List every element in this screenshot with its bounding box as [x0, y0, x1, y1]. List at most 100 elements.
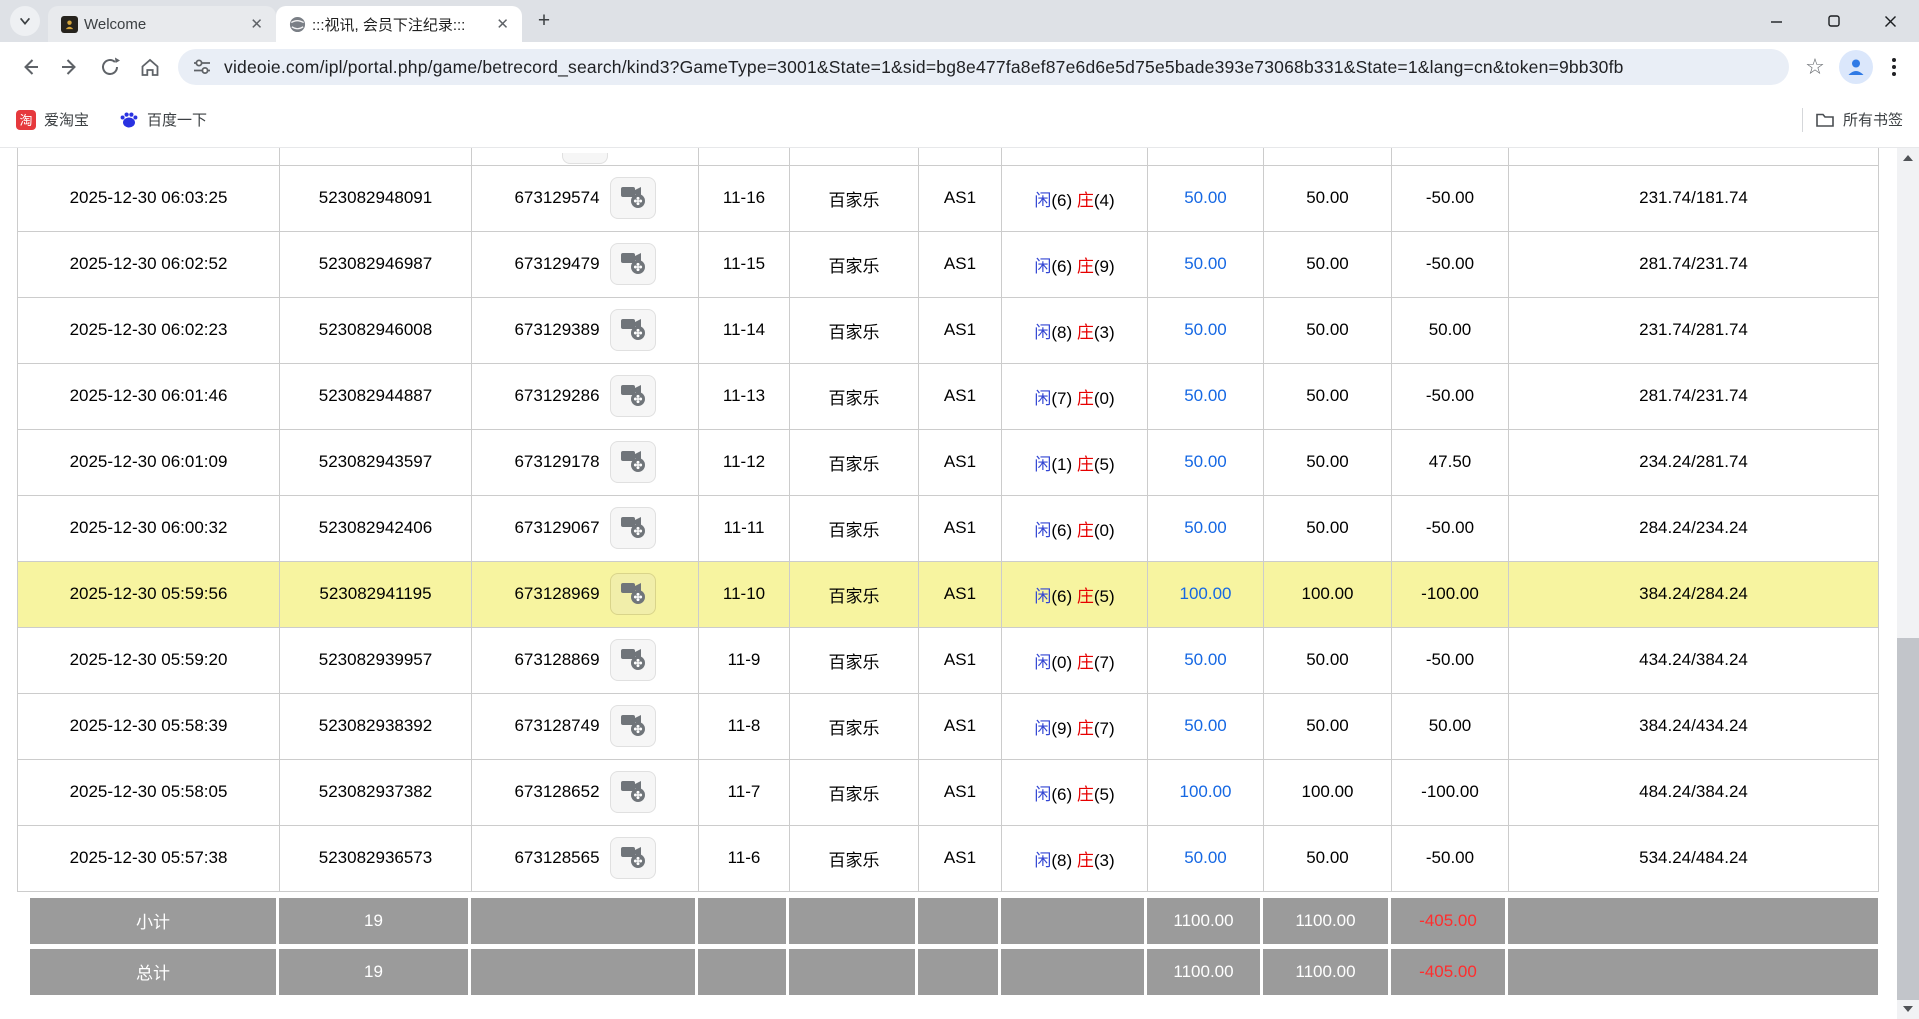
cell-balance: 534.24/484.24: [1509, 825, 1879, 891]
url-input[interactable]: videoie.com/ipl/portal.php/game/betrecor…: [178, 49, 1789, 85]
tab-close-icon[interactable]: ✕: [247, 15, 266, 33]
scrollbar-thumb[interactable]: [1897, 638, 1919, 1000]
browser-menu-button[interactable]: [1879, 50, 1909, 84]
cell-round-id: 673128652: [472, 759, 699, 825]
tab-title: :::视讯, 会员下注纪录:::: [312, 14, 487, 35]
table-row[interactable]: 2025-12-30 06:02:52523082946987673129479…: [18, 231, 1879, 297]
table-row[interactable]: 2025-12-30 05:59:20523082939957673128869…: [18, 627, 1879, 693]
forward-button[interactable]: [50, 47, 90, 87]
table-row[interactable]: 2025-12-30 06:00:32523082942406673129067…: [18, 495, 1879, 561]
player-points: (8): [1051, 851, 1072, 870]
table-row[interactable]: 2025-12-30 06:02:23523082946008673129389…: [18, 297, 1879, 363]
cell-game: 百家乐: [790, 297, 919, 363]
cell-balance: 231.74/181.74: [1509, 165, 1879, 231]
footer-empty: [698, 949, 789, 995]
cell-bet-amount: 50.00: [1148, 165, 1264, 231]
cell-result: 闲(6) 庄(4): [1002, 165, 1148, 231]
cell-round: 11-7: [699, 759, 790, 825]
tab-betrecord[interactable]: :::视讯, 会员下注纪录::: ✕: [276, 6, 522, 42]
bet-amount-link[interactable]: 50.00: [1184, 452, 1227, 471]
banker-label: 庄: [1077, 521, 1094, 540]
cell-balance: 384.24/434.24: [1509, 693, 1879, 759]
cell-round: 11-15: [699, 231, 790, 297]
home-button[interactable]: [130, 47, 170, 87]
bookmark-star-icon[interactable]: ☆: [1797, 49, 1833, 85]
video-replay-button[interactable]: [610, 705, 656, 747]
tab-search-button[interactable]: [10, 6, 40, 36]
tab-welcome[interactable]: Welcome ✕: [48, 6, 276, 42]
video-icon[interactable]: [562, 153, 608, 164]
player-points: (0): [1051, 653, 1072, 672]
page-content: 2025-12-30 06:03:25523082948091673129574…: [0, 148, 1919, 1019]
video-replay-button[interactable]: [610, 837, 656, 879]
close-window-button[interactable]: [1862, 0, 1919, 42]
table-row[interactable]: 2025-12-30 05:59:56523082941195673128969…: [18, 561, 1879, 627]
bookmark-aitaobao[interactable]: 淘 爱淘宝: [16, 109, 89, 130]
back-button[interactable]: [10, 47, 50, 87]
video-replay-button[interactable]: [610, 507, 656, 549]
table-row[interactable]: 2025-12-30 06:01:46523082944887673129286…: [18, 363, 1879, 429]
round-id: 673129479: [514, 254, 599, 274]
profile-avatar[interactable]: [1839, 50, 1873, 84]
banker-points: (0): [1094, 389, 1115, 408]
player-points: (6): [1051, 257, 1072, 276]
bet-amount-link[interactable]: 50.00: [1184, 650, 1227, 669]
scroll-down-button[interactable]: [1897, 999, 1919, 1019]
video-replay-button[interactable]: [610, 639, 656, 681]
table-row[interactable]: 2025-12-30 06:01:09523082943597673129178…: [18, 429, 1879, 495]
bet-amount-link[interactable]: 50.00: [1184, 716, 1227, 735]
bet-amount-link[interactable]: 50.00: [1184, 518, 1227, 537]
all-bookmarks-button[interactable]: 所有书签: [1815, 109, 1903, 130]
table-row[interactable]: 2025-12-30 05:58:05523082937382673128652…: [18, 759, 1879, 825]
cell-bet-amount: 50.00: [1148, 627, 1264, 693]
tab-close-icon[interactable]: ✕: [493, 15, 512, 33]
player-label: 闲: [1034, 785, 1051, 804]
tab-strip: Welcome ✕ :::视讯, 会员下注纪录::: ✕ +: [0, 0, 1919, 42]
bet-amount-link[interactable]: 50.00: [1184, 386, 1227, 405]
banker-label: 庄: [1077, 257, 1094, 276]
bookmark-baidu[interactable]: 百度一下: [119, 109, 207, 130]
bet-amount-link[interactable]: 50.00: [1184, 254, 1227, 273]
cell-balance: 281.74/231.74: [1509, 231, 1879, 297]
table-row[interactable]: 2025-12-30 05:58:39523082938392673128749…: [18, 693, 1879, 759]
cell-table: AS1: [919, 363, 1002, 429]
banker-points: (0): [1094, 521, 1115, 540]
window-controls: [1748, 0, 1919, 42]
site-info-icon[interactable]: [192, 57, 212, 77]
video-replay-button[interactable]: [610, 771, 656, 813]
cell-game: 百家乐: [790, 825, 919, 891]
triangle-down-icon: [1903, 1006, 1913, 1012]
cell-game: 百家乐: [790, 627, 919, 693]
player-label: 闲: [1034, 521, 1051, 540]
video-replay-button[interactable]: [610, 441, 656, 483]
bet-amount-link[interactable]: 50.00: [1184, 188, 1227, 207]
banker-points: (3): [1094, 323, 1115, 342]
new-tab-button[interactable]: +: [530, 7, 558, 35]
video-replay-button[interactable]: [610, 309, 656, 351]
vertical-scrollbar[interactable]: [1897, 148, 1919, 1019]
bet-amount-link[interactable]: 50.00: [1184, 848, 1227, 867]
cell-time: 2025-12-30 06:01:09: [18, 429, 280, 495]
footer-label: 小计: [30, 898, 279, 944]
video-replay-button[interactable]: [610, 375, 656, 417]
cell-valid-amount: 50.00: [1264, 429, 1392, 495]
reload-button[interactable]: [90, 47, 130, 87]
table-row[interactable]: 2025-12-30 06:03:25523082948091673129574…: [18, 165, 1879, 231]
cell-balance: 231.74/281.74: [1509, 297, 1879, 363]
bet-amount-link[interactable]: 50.00: [1184, 320, 1227, 339]
cell-time: 2025-12-30 05:57:38: [18, 825, 280, 891]
video-replay-button[interactable]: [610, 573, 656, 615]
minimize-button[interactable]: [1748, 0, 1805, 42]
bet-amount-link[interactable]: 100.00: [1180, 782, 1232, 801]
cell-round: 11-16: [699, 165, 790, 231]
table-row[interactable]: 2025-12-30 05:57:38523082936573673128565…: [18, 825, 1879, 891]
scroll-up-button[interactable]: [1897, 148, 1919, 168]
cell-winloss: 47.50: [1392, 429, 1509, 495]
maximize-button[interactable]: [1805, 0, 1862, 42]
cell-game: 百家乐: [790, 429, 919, 495]
video-replay-button[interactable]: [610, 243, 656, 285]
cell-winloss: -100.00: [1392, 759, 1509, 825]
video-replay-button[interactable]: [610, 177, 656, 219]
cell-valid-amount: 50.00: [1264, 363, 1392, 429]
bet-amount-link[interactable]: 100.00: [1180, 584, 1232, 603]
